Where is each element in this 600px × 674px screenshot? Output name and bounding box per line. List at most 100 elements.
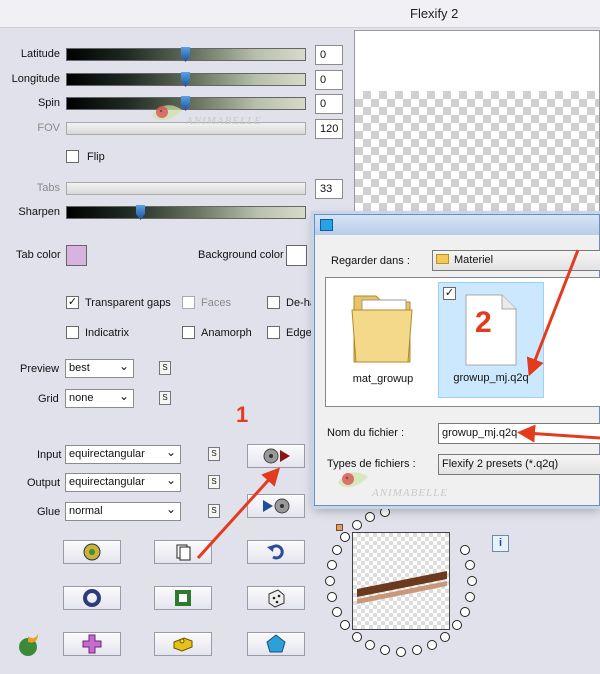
watermark-ladybug-icon bbox=[150, 100, 184, 129]
look-in-combo[interactable]: Materiel bbox=[432, 250, 600, 271]
spin-slider[interactable] bbox=[66, 96, 306, 111]
folder-name: mat_growup bbox=[352, 373, 414, 385]
latitude-slider[interactable] bbox=[66, 47, 306, 62]
sharpen-slider[interactable] bbox=[66, 205, 306, 220]
glue-s-button[interactable]: S bbox=[208, 504, 220, 518]
file-list: mat_growup ✓ growup_mj.q2q bbox=[325, 277, 600, 407]
ring-dot bbox=[451, 620, 462, 631]
dice-icon bbox=[268, 589, 285, 608]
flip-label: Flip bbox=[87, 151, 105, 163]
folder-icon bbox=[351, 295, 413, 363]
random-button[interactable] bbox=[63, 540, 121, 564]
pentagon-button[interactable] bbox=[247, 632, 305, 656]
ring-dot bbox=[380, 506, 391, 517]
background-color-label: Background color bbox=[198, 249, 284, 261]
sharpen-label: Sharpen bbox=[18, 206, 60, 218]
latitude-thumb[interactable] bbox=[181, 47, 190, 62]
disc-play-icon bbox=[263, 448, 290, 464]
dice-button[interactable] bbox=[247, 586, 305, 610]
latitude-label: Latitude bbox=[20, 48, 60, 60]
file-item-checkbox[interactable]: ✓ bbox=[443, 287, 456, 300]
square-button[interactable] bbox=[154, 586, 212, 610]
pentagon-icon bbox=[266, 634, 286, 653]
ring-dot bbox=[340, 620, 351, 631]
background-color-swatch[interactable] bbox=[286, 245, 307, 266]
file-item-selected[interactable]: ✓ growup_mj.q2q bbox=[438, 282, 544, 398]
cross-button[interactable] bbox=[63, 632, 121, 656]
ring-dot bbox=[396, 647, 406, 657]
tab-color-label: Tab color bbox=[16, 249, 61, 261]
ring-dot bbox=[365, 639, 376, 650]
brick-button[interactable] bbox=[154, 632, 212, 656]
ring-dot bbox=[465, 560, 476, 571]
copy-icon bbox=[176, 544, 191, 561]
load-preset-button[interactable] bbox=[247, 444, 305, 468]
anamorph-checkbox[interactable] bbox=[182, 326, 195, 339]
preview-label: Preview bbox=[20, 363, 60, 375]
preview-s-button[interactable]: S bbox=[159, 361, 171, 375]
output-select[interactable]: equirectangular bbox=[65, 473, 181, 492]
tabs-input: 33 bbox=[315, 179, 343, 199]
folder-item[interactable]: mat_growup bbox=[330, 282, 436, 398]
ring-dot bbox=[465, 591, 476, 602]
grid-select[interactable]: none bbox=[65, 389, 134, 408]
ring-handle[interactable] bbox=[336, 524, 343, 531]
longitude-label: Longitude bbox=[11, 73, 60, 85]
tab-color-swatch[interactable] bbox=[66, 245, 87, 266]
longitude-thumb[interactable] bbox=[181, 72, 190, 87]
glue-select[interactable]: normal bbox=[65, 502, 181, 521]
look-in-label: Regarder dans : bbox=[331, 255, 410, 267]
longitude-input[interactable]: 0 bbox=[315, 70, 343, 90]
transparency-checkerboard bbox=[355, 91, 599, 214]
flexify-logo-icon bbox=[16, 632, 42, 661]
latitude-input[interactable]: 0 bbox=[315, 45, 343, 65]
look-in-value: Materiel bbox=[454, 254, 494, 266]
spin-label: Spin bbox=[37, 97, 60, 109]
flexify-window: Flexify 2 Latitude 0 Longitude 0 Spin 0 … bbox=[0, 0, 600, 674]
copy-button[interactable] bbox=[154, 540, 212, 564]
watermark-text-top: ANIMABELLE bbox=[186, 115, 262, 127]
ring-dot bbox=[351, 631, 362, 642]
glue-label: Glue bbox=[37, 506, 61, 518]
faces-checkbox bbox=[182, 296, 195, 309]
ring-dot bbox=[459, 606, 470, 617]
undo-icon bbox=[267, 544, 284, 560]
output-s-button[interactable]: S bbox=[208, 475, 220, 489]
grid-label: Grid bbox=[38, 393, 59, 405]
preset-thumbnail bbox=[352, 532, 450, 630]
transparent-gaps-checkbox[interactable]: ✓ bbox=[66, 296, 79, 309]
ring-dot bbox=[332, 545, 343, 556]
grid-s-button[interactable]: S bbox=[159, 391, 171, 405]
save-preset-button[interactable] bbox=[247, 494, 305, 518]
de-ha-checkbox[interactable] bbox=[267, 296, 280, 309]
info-icon[interactable]: i bbox=[492, 535, 509, 552]
spin-input[interactable]: 0 bbox=[315, 94, 343, 114]
input-select[interactable]: equirectangular bbox=[65, 445, 181, 464]
indicatrix-checkbox[interactable] bbox=[66, 326, 79, 339]
dialog-title-bar bbox=[315, 215, 599, 235]
ring-dot bbox=[325, 576, 335, 586]
edges-label: Edges bbox=[286, 327, 318, 339]
cross-shape-icon bbox=[82, 634, 102, 654]
dialog-app-icon bbox=[320, 219, 333, 231]
folder-small-icon bbox=[436, 254, 449, 264]
preview-select[interactable]: best bbox=[65, 359, 134, 378]
sharpen-thumb[interactable] bbox=[136, 205, 145, 220]
thumbnail-stripes bbox=[357, 571, 447, 604]
circle-button[interactable] bbox=[63, 586, 121, 610]
undo-button[interactable] bbox=[247, 540, 305, 564]
brick-icon bbox=[173, 637, 193, 652]
ring-dot bbox=[332, 606, 343, 617]
random-icon bbox=[83, 543, 101, 561]
edges-checkbox[interactable] bbox=[267, 326, 280, 339]
filetype-select[interactable]: Flexify 2 presets (*.q2q) bbox=[438, 454, 600, 475]
input-label: Input bbox=[37, 449, 62, 461]
filename-input[interactable]: growup_mj.q2q bbox=[438, 423, 600, 444]
square-icon bbox=[175, 590, 191, 606]
transparent-gaps-label: Transparent gaps bbox=[85, 297, 171, 309]
input-s-button[interactable]: S bbox=[208, 447, 220, 461]
flip-checkbox[interactable] bbox=[66, 150, 79, 163]
ring-dot bbox=[326, 560, 337, 571]
longitude-slider[interactable] bbox=[66, 72, 306, 87]
faces-label: Faces bbox=[201, 297, 231, 309]
